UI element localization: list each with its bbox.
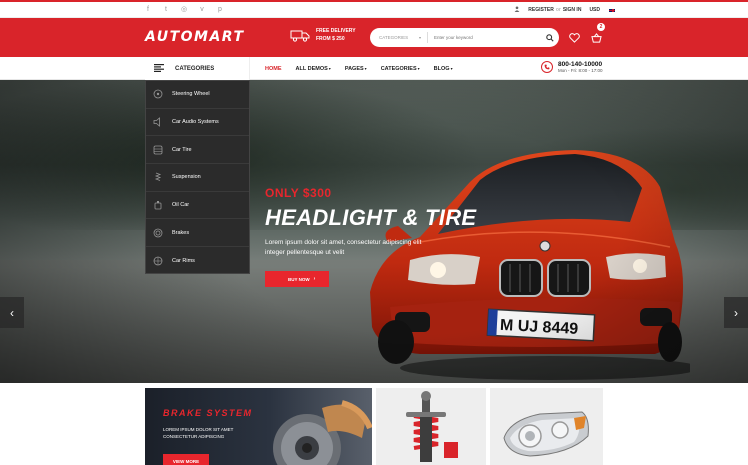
speaker-icon	[152, 117, 163, 128]
buy-now-button[interactable]: BUY NOW ›	[265, 271, 330, 287]
category-label: Car Tire	[172, 146, 192, 153]
heart-icon[interactable]	[569, 30, 580, 48]
uk-flag-icon[interactable]	[608, 7, 616, 13]
cart-button[interactable]: 2	[591, 23, 605, 48]
search-icon[interactable]	[541, 29, 559, 47]
hero-subtitle: ONLY $300	[265, 186, 332, 200]
chevron-down-icon: ▾	[364, 65, 367, 71]
twitter-icon[interactable]: t	[162, 5, 170, 15]
category-label: Car Rims	[172, 257, 195, 264]
tire-icon	[152, 144, 163, 155]
site-logo[interactable]: AUTOMART	[145, 29, 245, 45]
hero-description: Lorem ipsum dolor sit amet, consectetur …	[265, 239, 422, 256]
slider-prev-button[interactable]: ‹	[0, 297, 24, 328]
brake-banner-description: LOREM IPSUM DOLOR SIT AMET CONSECTETUR A…	[163, 427, 234, 439]
brake-system-banner[interactable]: BRAKE SYSTEM LOREM IPSUM DOLOR SIT AMET …	[145, 388, 372, 465]
free-delivery-info: FREE DELIVERY FROM $ 250	[290, 27, 356, 43]
header-actions: 2	[569, 23, 605, 48]
main-header: AUTOMART FREE DELIVERY FROM $ 250 CATEGO…	[0, 18, 748, 57]
nav-home[interactable]: HOME	[265, 66, 282, 72]
category-suspension[interactable]: Suspension	[146, 164, 249, 192]
chevron-down-icon: ▾	[417, 65, 420, 71]
truck-icon	[290, 29, 310, 42]
category-car-audio[interactable]: Car Audio Systems	[146, 109, 249, 137]
suspension-icon	[152, 172, 163, 183]
hamburger-icon	[154, 63, 164, 74]
or-text: or	[555, 7, 561, 13]
category-steering-wheel[interactable]: Steering Wheel	[146, 81, 249, 109]
category-label: Steering Wheel	[172, 91, 210, 98]
category-label: Car Audio Systems	[172, 119, 219, 126]
basket-icon	[591, 33, 602, 43]
promo-banners: BRAKE SYSTEM LOREM IPSUM DOLOR SIT AMET …	[145, 388, 603, 465]
buy-now-label: BUY NOW	[288, 276, 310, 282]
shock-absorber-banner[interactable]	[376, 388, 486, 465]
social-links: f t ◎ v p	[144, 5, 224, 15]
account-bar: REGISTER or SIGN IN USD	[514, 6, 616, 14]
nav-pages-label: PAGES	[344, 65, 364, 72]
view-more-button[interactable]: VIEW MORE	[163, 454, 209, 465]
search-bar: CATEGORIES ▾	[370, 28, 559, 47]
chevron-left-icon: ‹	[10, 305, 14, 320]
phone-icon	[541, 61, 553, 73]
nav-blog-label: BLOG	[433, 65, 450, 72]
category-label: Brakes	[172, 229, 190, 236]
brake-disc-image	[273, 400, 372, 465]
search-category-label: CATEGORIES	[379, 35, 409, 40]
category-car-tire[interactable]: Car Tire	[146, 136, 249, 165]
hero-slider: M UJ 8449 ONLY $300 HEADLIGHT & TIRE Lor…	[0, 80, 748, 383]
search-category-select[interactable]: CATEGORIES ▾	[370, 32, 428, 43]
delivery-line1: FREE DELIVERY	[316, 28, 356, 34]
user-icon	[514, 6, 520, 14]
chevron-right-icon: ›	[313, 276, 316, 282]
hotline: 800-140-10000 Mon - Fri: 8:00 - 17:00	[541, 61, 603, 73]
categories-label: CATEGORIES	[175, 65, 215, 72]
slider-next-button[interactable]: ›	[724, 297, 748, 328]
vimeo-icon[interactable]: v	[198, 5, 206, 15]
nav-blog[interactable]: BLOG▾	[434, 66, 453, 72]
menu-links: HOME ALL DEMOS▾ PAGES▾ CATEGORIES▾ BLOG▾	[265, 57, 453, 80]
main-nav: CATEGORIES HOME ALL DEMOS▾ PAGES▾ CATEGO…	[0, 57, 748, 80]
categories-dropdown: Steering Wheel Car Audio Systems Car Tir…	[145, 80, 250, 274]
rim-icon	[152, 255, 163, 266]
headlight-image	[503, 411, 589, 457]
nav-all-demos[interactable]: ALL DEMOS▾	[296, 66, 331, 72]
chevron-right-icon: ›	[734, 305, 738, 320]
steering-wheel-icon	[152, 89, 163, 100]
hotline-number[interactable]: 800-140-10000	[558, 61, 603, 68]
register-link[interactable]: REGISTER	[528, 7, 554, 13]
category-label: Oil Car	[172, 202, 190, 209]
headlight-banner[interactable]	[490, 388, 603, 465]
oil-can-icon	[152, 200, 163, 211]
pinterest-icon[interactable]: p	[216, 5, 224, 15]
shock-absorber-image	[406, 391, 458, 462]
chevron-down-icon: ▾	[418, 35, 421, 40]
top-bar: f t ◎ v p REGISTER or SIGN IN USD	[0, 0, 748, 18]
auth-links: REGISTER or SIGN IN	[528, 7, 581, 13]
nav-home-label: HOME	[265, 65, 282, 72]
sign-in-link[interactable]: SIGN IN	[563, 7, 582, 13]
instagram-icon[interactable]: ◎	[180, 5, 188, 15]
hotline-hours: Mon - Fri: 8:00 - 17:00	[558, 68, 603, 73]
category-car-rims[interactable]: Car Rims	[146, 247, 249, 275]
nav-categories[interactable]: CATEGORIES▾	[381, 66, 420, 72]
chevron-down-icon: ▾	[328, 65, 331, 71]
cart-count-badge: 2	[597, 23, 605, 31]
nav-all-demos-label: ALL DEMOS	[295, 65, 328, 72]
facebook-icon[interactable]: f	[144, 5, 152, 15]
nav-categories-label: CATEGORIES	[380, 65, 417, 72]
category-brakes[interactable]: Brakes	[146, 219, 249, 248]
brake-icon	[152, 227, 163, 238]
category-oil-car[interactable]: Oil Car	[146, 192, 249, 220]
chevron-down-icon: ▾	[450, 65, 453, 71]
nav-pages[interactable]: PAGES▾	[345, 66, 367, 72]
categories-toggle[interactable]: CATEGORIES	[145, 57, 250, 80]
hero-title: HEADLIGHT & TIRE	[265, 205, 477, 230]
delivery-line2: FROM $ 250	[316, 36, 345, 42]
currency-selector[interactable]: USD	[589, 7, 600, 13]
category-label: Suspension	[172, 174, 201, 181]
brake-banner-title: BRAKE SYSTEM	[163, 408, 253, 418]
search-input[interactable]	[428, 35, 541, 40]
hero-content: ONLY $300 HEADLIGHT & TIRE Lorem ipsum d…	[265, 186, 476, 287]
